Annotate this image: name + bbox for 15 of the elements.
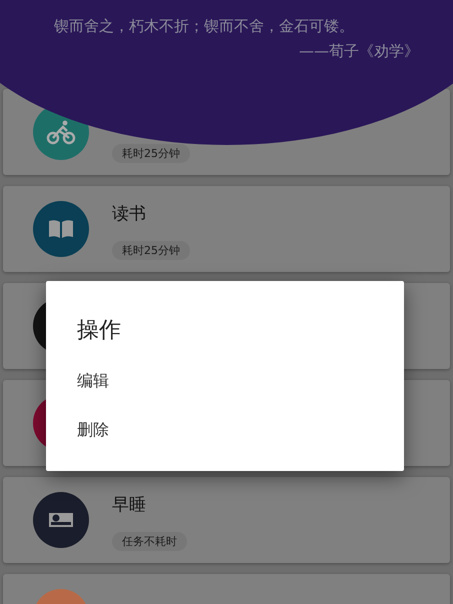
dialog-option[interactable]: 编辑 (77, 363, 109, 400)
quote-text: 锲而舍之，朽木不折；锲而不舍，金石可镂。 (54, 17, 354, 36)
duration-chip: 耗时25分钟 (112, 241, 190, 260)
duration-chip: 耗时25分钟 (112, 144, 190, 163)
task-title: 读书 (112, 203, 146, 225)
book-icon (48, 219, 74, 239)
quote-source: ——荀子《劝学》 (299, 42, 419, 61)
dialog-option[interactable]: 删除 (77, 412, 109, 449)
task-card[interactable]: 早睡 任务不耗时 (3, 477, 450, 563)
bicycle-icon (46, 119, 76, 145)
duration-chip: 任务不耗时 (112, 532, 187, 551)
bed-icon (48, 512, 74, 528)
task-card[interactable]: 读书 耗时25分钟 (3, 186, 450, 272)
dialog-title: 操作 (77, 317, 121, 345)
task-title: 早睡 (112, 494, 146, 516)
